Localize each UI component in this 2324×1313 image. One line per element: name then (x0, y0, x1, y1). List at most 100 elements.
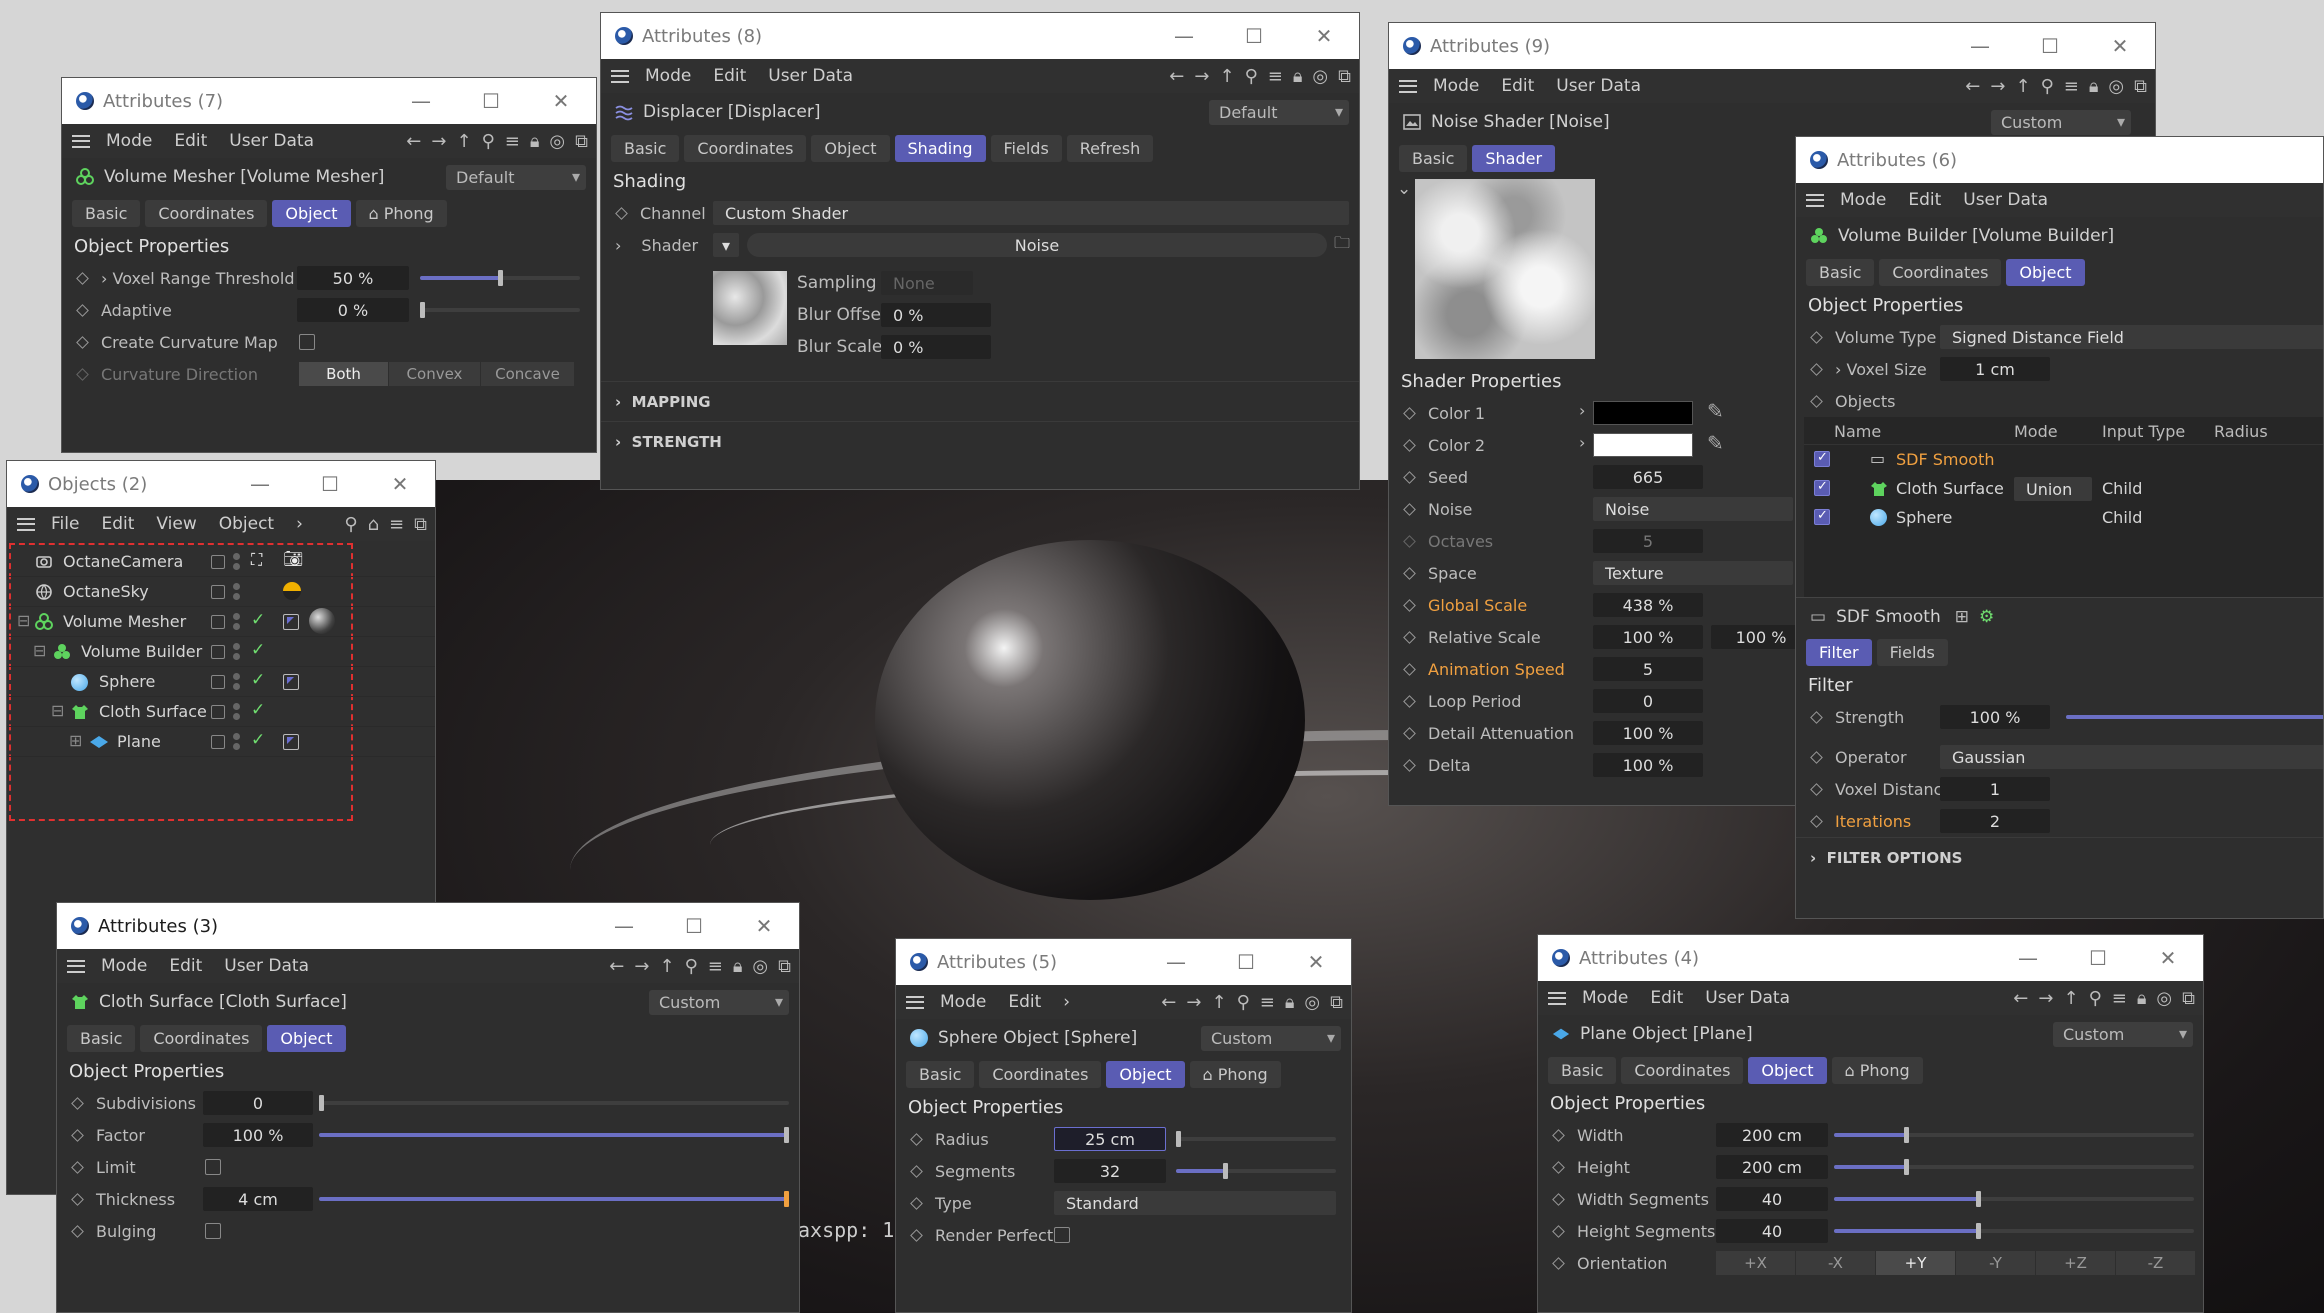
visibility-dots-icon[interactable] (233, 672, 241, 692)
height-slider[interactable] (1834, 1159, 2194, 1175)
enabled-check-icon[interactable]: ✓ (251, 730, 265, 750)
keyframe-diamond-icon[interactable] (910, 1164, 923, 1178)
tab-coordinates[interactable]: Coordinates (684, 134, 807, 162)
blur-offset-input[interactable]: 0 % (881, 303, 991, 327)
material-tag-icon[interactable] (309, 608, 335, 634)
new-window-icon[interactable]: ⧉ (778, 956, 791, 977)
height-input[interactable]: 200 cm (1716, 1155, 1828, 1179)
new-window-icon[interactable]: ⧉ (414, 514, 427, 535)
layer-box-icon[interactable] (211, 615, 225, 629)
orientation-plus-y[interactable]: +Y (1876, 1251, 1956, 1275)
orientation-minus-z[interactable]: -Z (2116, 1251, 2196, 1275)
window-title-bar[interactable]: Attributes (8) — ☐ ✕ (601, 13, 1359, 59)
loop-period-input[interactable]: 0 (1593, 689, 1703, 713)
curvature-direction-selector[interactable]: Both Convex Concave (299, 362, 575, 386)
visibility-dots-icon[interactable] (233, 552, 241, 572)
width-slider[interactable] (1834, 1127, 2194, 1143)
object-row-plane[interactable]: ⊞ Plane ✓ (7, 727, 435, 757)
menu-user-data[interactable]: User Data (1963, 190, 2048, 210)
keyframe-diamond-icon[interactable] (1810, 710, 1823, 724)
expand-arrow-icon[interactable]: › (1579, 401, 1585, 420)
noise-type-dropdown[interactable]: Noise (1593, 497, 1793, 521)
search-icon[interactable]: ⚲ (344, 514, 357, 535)
environment-tag-icon[interactable] (283, 582, 301, 600)
new-window-icon[interactable]: ⧉ (1330, 992, 1343, 1013)
close-icon[interactable]: ✕ (1281, 950, 1351, 974)
layer-box-icon[interactable] (211, 735, 225, 749)
keyframe-diamond-icon[interactable] (1552, 1256, 1565, 1270)
lock-icon[interactable]: 🔒︎ (733, 956, 743, 977)
tab-object[interactable]: Object (267, 1024, 346, 1052)
thickness-slider[interactable] (319, 1191, 789, 1207)
keyframe-diamond-icon[interactable] (1810, 330, 1823, 344)
menu-mode[interactable]: Mode (106, 131, 152, 151)
channel-dropdown[interactable]: Custom Shader (713, 201, 1349, 225)
filter-icon[interactable]: ≡ (708, 956, 723, 977)
target-icon[interactable]: ◎ (549, 131, 565, 152)
keyframe-diamond-icon[interactable] (1403, 566, 1416, 580)
minimize-icon[interactable]: — (589, 914, 659, 938)
menu-user-data[interactable]: User Data (229, 131, 314, 151)
collapse-icon[interactable]: ⊟ (33, 641, 46, 660)
forward-arrow-icon[interactable]: → (2038, 988, 2053, 1009)
seed-input[interactable]: 665 (1593, 465, 1703, 489)
option-both[interactable]: Both (299, 362, 389, 386)
attributes-5-window[interactable]: Attributes (5) — ☐ ✕ Mode Edit › ← → ↑ ⚲ ≡ 🔒︎ ◎ ⧉… (895, 938, 1352, 1313)
keyframe-diamond-icon[interactable] (71, 1224, 84, 1238)
shader-slot[interactable]: Noise (747, 233, 1327, 257)
menu-user-data[interactable]: User Data (768, 66, 853, 86)
menu-edit[interactable]: Edit (713, 66, 746, 86)
keyframe-diamond-icon[interactable] (1552, 1128, 1565, 1142)
maximize-icon[interactable]: ☐ (2015, 34, 2085, 58)
detail-attenuation-input[interactable]: 100 % (1593, 721, 1703, 745)
tab-coordinates[interactable]: Coordinates (140, 1024, 263, 1052)
texture-tag-icon[interactable] (283, 674, 299, 690)
minimize-icon[interactable]: — (386, 89, 456, 113)
adaptive-input[interactable]: 0 % (297, 298, 409, 322)
maximize-icon[interactable]: ☐ (659, 914, 729, 938)
color-2-swatch[interactable] (1593, 433, 1693, 457)
keyframe-diamond-icon[interactable] (1810, 814, 1823, 828)
list-item[interactable]: ▭ SDF Smooth (1804, 445, 2323, 474)
menu-user-data[interactable]: User Data (1705, 988, 1790, 1008)
folder-icon[interactable]: 🗀 (1334, 232, 1350, 259)
menu-mode[interactable]: Mode (1582, 988, 1628, 1008)
keyframe-diamond-icon[interactable] (1810, 362, 1823, 376)
radius-slider[interactable] (1176, 1131, 1336, 1147)
minimize-icon[interactable]: — (1993, 946, 2063, 970)
forward-arrow-icon[interactable]: → (1990, 76, 2005, 97)
maximize-icon[interactable]: ☐ (1211, 950, 1281, 974)
target-icon[interactable]: ◎ (1304, 992, 1320, 1013)
hamburger-icon[interactable] (1806, 193, 1824, 207)
fold-strength[interactable]: › STRENGTH (601, 421, 1359, 461)
back-arrow-icon[interactable]: ← (406, 131, 421, 152)
keyframe-diamond-icon[interactable] (1403, 726, 1416, 740)
tab-fields[interactable]: Fields (1876, 638, 1948, 666)
tab-basic[interactable]: Basic (72, 199, 141, 227)
new-window-icon[interactable]: ⧉ (2182, 988, 2195, 1009)
layer-box-icon[interactable] (211, 675, 225, 689)
tab-fields[interactable]: Fields (990, 134, 1062, 162)
close-icon[interactable]: ✕ (365, 472, 435, 496)
layer-box-icon[interactable] (211, 555, 225, 569)
tab-object[interactable]: Object (272, 199, 351, 227)
hamburger-icon[interactable] (72, 134, 90, 148)
strength-slider[interactable] (2066, 715, 2323, 719)
octaves-input[interactable]: 5 (1593, 529, 1703, 553)
layer-box-icon[interactable] (211, 585, 225, 599)
target-icon[interactable]: ◎ (1312, 66, 1328, 87)
visibility-dots-icon[interactable] (233, 612, 241, 632)
filter-icon[interactable]: ≡ (1260, 992, 1275, 1013)
keyframe-diamond-icon[interactable] (1403, 438, 1416, 452)
keyframe-diamond-icon[interactable] (1403, 758, 1416, 772)
keyframe-diamond-icon[interactable] (71, 1096, 84, 1110)
tab-basic[interactable]: Basic (1548, 1056, 1617, 1084)
camera-target-icon[interactable]: ⛶ (251, 550, 262, 570)
menu-edit[interactable]: Edit (1501, 76, 1534, 96)
keyframe-diamond-icon[interactable] (1403, 630, 1416, 644)
lock-icon[interactable]: 🔒︎ (530, 131, 540, 152)
tab-phong[interactable]: ⌂ Phong (1189, 1060, 1281, 1088)
tab-basic[interactable]: Basic (906, 1060, 975, 1088)
menu-edit[interactable]: Edit (174, 131, 207, 151)
menu-mode[interactable]: Mode (1840, 190, 1886, 210)
